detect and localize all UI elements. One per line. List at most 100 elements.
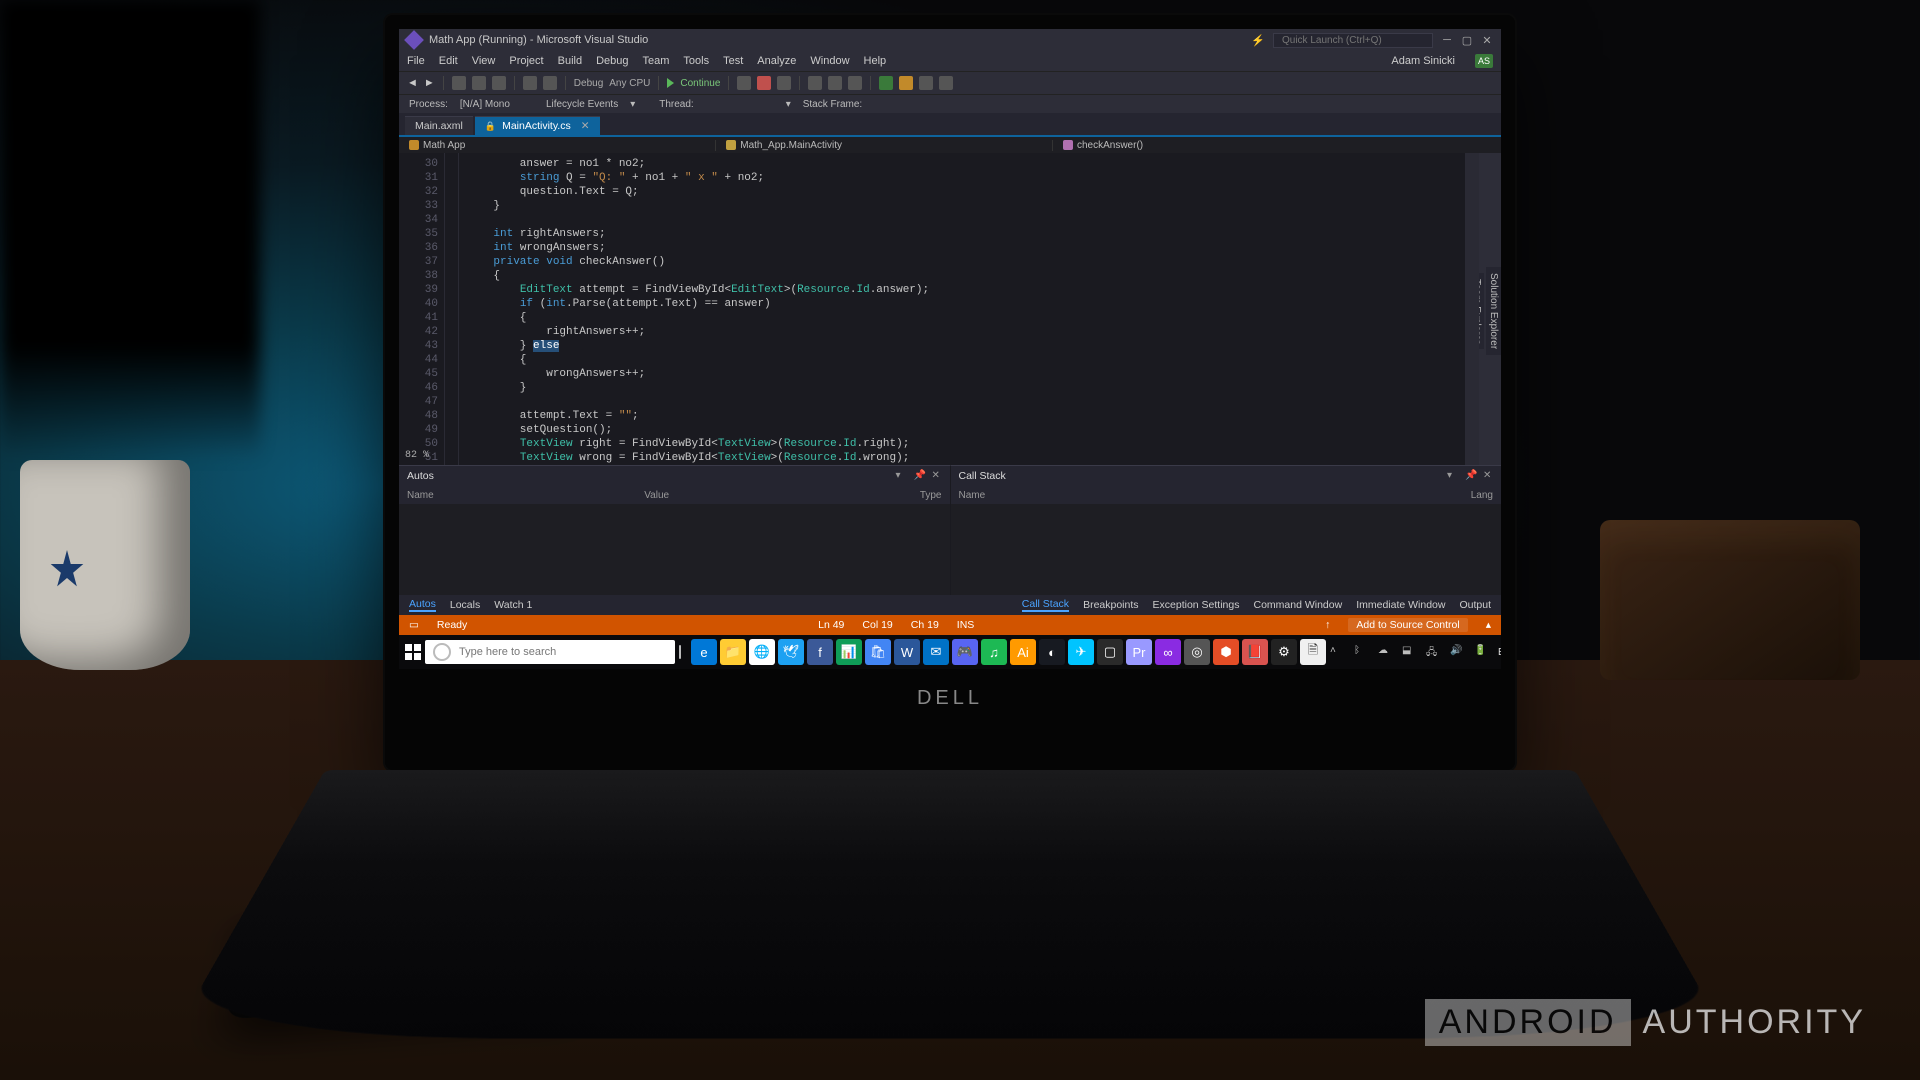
windows-taskbar[interactable]: Type here to search e📁🌐🕊f📊🛍W✉🎮♫Ai◐✈▢Pr∞◎… [399, 635, 1501, 669]
line-number-gutter[interactable]: 3031323334353637383940414243444546474849… [399, 153, 445, 465]
taskbar-app-20[interactable]: ⚙ [1271, 639, 1297, 665]
taskbar-app-1[interactable]: 📁 [720, 639, 746, 665]
crumb-class[interactable]: Math_App.MainActivity [740, 140, 842, 151]
taskbar-app-17[interactable]: ◎ [1184, 639, 1210, 665]
user-avatar-badge[interactable]: AS [1475, 54, 1493, 68]
undo-icon[interactable] [523, 76, 537, 90]
dropbox-icon[interactable]: ⬓ [1402, 645, 1416, 659]
continue-button[interactable]: Continue [680, 78, 720, 89]
col-lang[interactable]: Lang [1433, 490, 1493, 501]
btab-locals[interactable]: Locals [450, 599, 480, 611]
process-value[interactable]: [N/A] Mono [460, 99, 510, 110]
quick-launch-input[interactable] [1273, 33, 1433, 48]
col-value[interactable]: Value [644, 490, 881, 501]
bluetooth-icon[interactable]: ᛒ [1354, 645, 1368, 659]
tray-up-icon[interactable]: ˄ [1330, 645, 1344, 659]
taskbar-app-0[interactable]: e [691, 639, 717, 665]
col-type[interactable]: Type [882, 490, 942, 501]
system-tray[interactable]: ˄ ᛒ ☁ ⬓ 🖧 🔊 🔋 ENG 2:13 PM 3/6/2018 ▭ [1330, 641, 1501, 663]
btab-immediate-window[interactable]: Immediate Window [1356, 599, 1445, 611]
autos-panel[interactable]: Autos ▾ 📌 ✕ Name Value Type [399, 465, 950, 595]
close-button[interactable]: ✕ [1481, 34, 1493, 46]
autos-body[interactable] [399, 504, 950, 595]
taskbar-app-8[interactable]: ✉ [923, 639, 949, 665]
taskbar-app-14[interactable]: ▢ [1097, 639, 1123, 665]
taskbar-app-5[interactable]: 📊 [836, 639, 862, 665]
main-toolbar[interactable]: ◄ ► Debug Any CPU Continue [399, 71, 1501, 95]
bottom-tab-strip[interactable]: Autos Locals Watch 1 Call Stack Breakpoints E… [399, 595, 1501, 615]
document-tab-well[interactable]: Main.axml🔒MainActivity.cs✕ [399, 113, 1501, 135]
panel-close-icon[interactable]: ✕ [932, 471, 942, 481]
toolbox-icon[interactable] [919, 76, 933, 90]
step-over-icon[interactable] [828, 76, 842, 90]
editor-scrollbar[interactable] [1465, 153, 1479, 465]
menu-window[interactable]: Window [810, 55, 849, 67]
save-all-icon[interactable] [492, 76, 506, 90]
panel-close-icon[interactable]: ✕ [1483, 471, 1493, 481]
titlebar[interactable]: Math App (Running) - Microsoft Visual St… [399, 29, 1501, 51]
redo-icon[interactable] [543, 76, 557, 90]
onedrive-icon[interactable]: ☁ [1378, 645, 1392, 659]
btab-output[interactable]: Output [1459, 599, 1491, 611]
android-device-icon[interactable] [879, 76, 893, 90]
maximize-button[interactable]: ▢ [1461, 34, 1473, 46]
zoom-level[interactable]: 82 % [405, 449, 429, 463]
start-button[interactable] [405, 639, 421, 665]
taskbar-app-7[interactable]: W [894, 639, 920, 665]
open-icon[interactable] [472, 76, 486, 90]
taskbar-app-12[interactable]: ◐ [1039, 639, 1065, 665]
lifecycle-dropdown[interactable]: Lifecycle Events [546, 99, 618, 110]
taskbar-app-15[interactable]: Pr [1126, 639, 1152, 665]
code-text[interactable]: answer = no1 * no2; string Q = "Q: " + n… [459, 153, 1465, 465]
step-into-icon[interactable] [808, 76, 822, 90]
menu-debug[interactable]: Debug [596, 55, 628, 67]
callstack-body[interactable] [951, 504, 1502, 595]
panel-dropdown-icon[interactable]: ▾ [1447, 471, 1457, 481]
properties-icon[interactable] [939, 76, 953, 90]
publish-up-icon[interactable]: ↑ [1325, 619, 1330, 631]
menu-team[interactable]: Team [643, 55, 670, 67]
btab-autos[interactable]: Autos [409, 598, 436, 612]
taskbar-app-19[interactable]: 📕 [1242, 639, 1268, 665]
menu-build[interactable]: Build [558, 55, 582, 67]
menu-test[interactable]: Test [723, 55, 743, 67]
taskbar-search[interactable]: Type here to search [425, 640, 675, 664]
btab-watch-1[interactable]: Watch 1 [494, 599, 532, 611]
volume-icon[interactable]: 🔊 [1450, 645, 1464, 659]
col-name[interactable]: Name [959, 490, 1434, 501]
btab-call-stack[interactable]: Call Stack [1022, 598, 1069, 612]
battery-icon[interactable]: 🔋 [1474, 645, 1488, 659]
menu-project[interactable]: Project [509, 55, 543, 67]
restart-icon[interactable] [777, 76, 791, 90]
add-source-control-button[interactable]: Add to Source Control [1348, 618, 1467, 632]
signed-in-user[interactable]: Adam Sinicki [1391, 55, 1455, 67]
taskbar-apps[interactable]: e📁🌐🕊f📊🛍W✉🎮♫Ai◐✈▢Pr∞◎⬢📕⚙🗎 [691, 639, 1326, 665]
menu-analyze[interactable]: Analyze [757, 55, 796, 67]
taskbar-app-2[interactable]: 🌐 [749, 639, 775, 665]
panel-pin-icon[interactable]: 📌 [914, 471, 924, 481]
menu-tools[interactable]: Tools [683, 55, 709, 67]
minimize-button[interactable]: ─ [1441, 34, 1453, 46]
xamarin-icon[interactable] [899, 76, 913, 90]
menu-help[interactable]: Help [864, 55, 887, 67]
network-icon[interactable]: 🖧 [1426, 645, 1440, 659]
btab-breakpoints[interactable]: Breakpoints [1083, 599, 1138, 611]
menubar[interactable]: FileEditViewProjectBuildDebugTeamToolsTe… [399, 51, 1501, 71]
crumb-project[interactable]: Math App [423, 140, 465, 151]
code-editor[interactable]: 3031323334353637383940414243444546474849… [399, 153, 1479, 465]
pause-icon[interactable] [737, 76, 751, 90]
taskbar-app-13[interactable]: ✈ [1068, 639, 1094, 665]
stop-icon[interactable] [757, 76, 771, 90]
btab-exception-settings[interactable]: Exception Settings [1153, 599, 1240, 611]
continue-play-icon[interactable] [667, 78, 674, 88]
step-out-icon[interactable] [848, 76, 862, 90]
taskbar-app-21[interactable]: 🗎 [1300, 639, 1326, 665]
tab-main-axml[interactable]: Main.axml [405, 116, 473, 135]
callstack-panel[interactable]: Call Stack ▾ 📌 ✕ Name Lang [950, 465, 1502, 595]
new-project-icon[interactable] [452, 76, 466, 90]
close-tab-icon[interactable]: ✕ [581, 120, 590, 132]
taskbar-app-4[interactable]: f [807, 639, 833, 665]
platform-dropdown[interactable]: Any CPU [609, 78, 650, 89]
taskbar-app-16[interactable]: ∞ [1155, 639, 1181, 665]
panel-pin-icon[interactable]: 📌 [1465, 471, 1475, 481]
